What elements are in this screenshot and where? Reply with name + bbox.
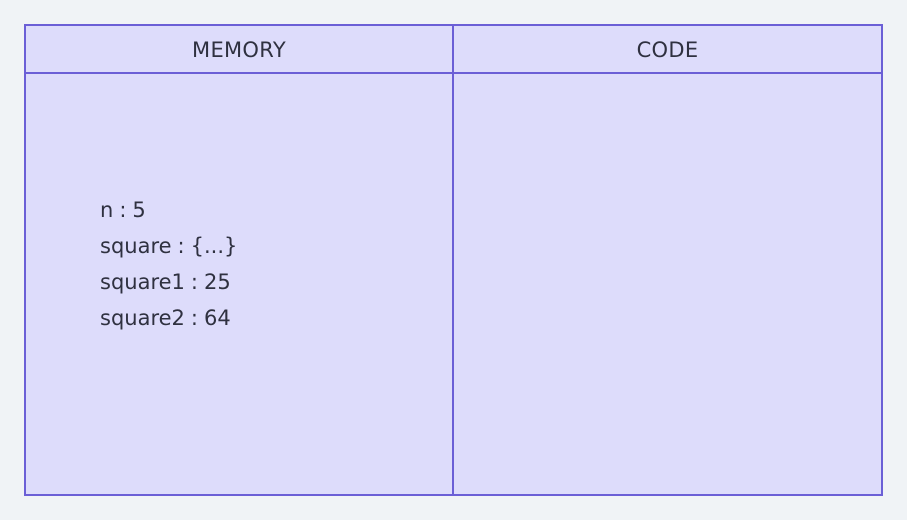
variable-value: {...} [190,234,238,258]
memory-variable-n: n:5 [100,192,237,228]
separator: : [177,234,185,258]
separator: : [190,306,198,330]
variable-value: 5 [132,198,146,222]
variable-name: square [100,234,172,258]
memory-variable-list: n:5 square: {...} square1:25 square2:64 [100,192,237,336]
variable-name: n [100,198,114,222]
memory-variable-square2: square2:64 [100,300,237,336]
separator: : [119,198,127,222]
variable-value: 64 [203,306,231,330]
variable-value: 25 [203,270,231,294]
code-panel: CODE [454,26,881,494]
memory-panel: MEMORY n:5 square: {...} square1:25 squar… [26,26,454,494]
variable-name: square2 [100,306,185,330]
memory-panel-title: MEMORY [26,26,452,74]
code-panel-title: CODE [454,26,881,74]
memory-variable-square1: square1:25 [100,264,237,300]
variable-name: square1 [100,270,185,294]
separator: : [190,270,198,294]
memory-code-diagram: MEMORY n:5 square: {...} square1:25 squar… [24,24,883,496]
memory-variable-square: square: {...} [100,228,237,264]
